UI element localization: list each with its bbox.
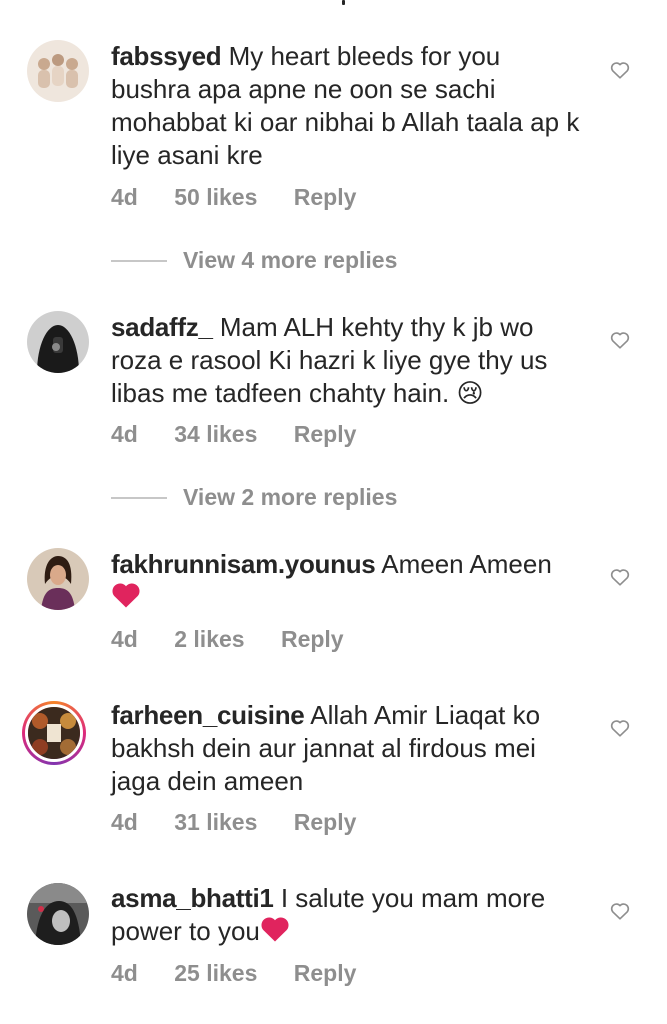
comment-time: 4d <box>111 960 138 986</box>
comment-text: fakhrunnisam.younus Ameen Ameen <box>111 548 581 614</box>
reply-button[interactable]: Reply <box>281 626 344 652</box>
comment-likes[interactable]: 31 likes <box>174 809 257 835</box>
comment-username[interactable]: sadaffz_ <box>111 312 213 342</box>
avatar[interactable] <box>27 548 89 610</box>
comment-meta: 4d 25 likes Reply <box>111 960 386 987</box>
scroll-indicator <box>342 0 345 5</box>
view-more-replies-button[interactable]: View 2 more replies <box>111 484 397 511</box>
comment-text: farheen_cuisine Allah Amir Liaqat ko bak… <box>111 699 581 798</box>
comment-meta: 4d 34 likes Reply <box>111 421 386 448</box>
comment-time: 4d <box>111 184 138 210</box>
comment-meta: 4d 50 likes Reply <box>111 184 386 211</box>
reply-button[interactable]: Reply <box>294 809 357 835</box>
avatar[interactable] <box>27 40 89 102</box>
heart-outline-icon[interactable] <box>609 900 631 922</box>
red-heart-emoji <box>112 583 140 608</box>
heart-outline-icon[interactable] <box>609 59 631 81</box>
comment-text: asma_bhatti1 I salute you mam more power… <box>111 882 581 948</box>
comment-time: 4d <box>111 809 138 835</box>
red-heart-emoji <box>261 917 289 942</box>
comment-time: 4d <box>111 421 138 447</box>
view-more-label: View 2 more replies <box>183 484 398 510</box>
comment-time: 4d <box>111 626 138 652</box>
view-more-label: View 4 more replies <box>183 247 398 273</box>
avatar-story-ring[interactable] <box>22 701 86 765</box>
avatar <box>25 704 83 762</box>
comment-username[interactable]: fakhrunnisam.younus <box>111 549 376 579</box>
avatar[interactable] <box>27 883 89 945</box>
divider <box>111 496 167 499</box>
divider <box>111 259 167 262</box>
comment-username[interactable]: asma_bhatti1 <box>111 883 274 913</box>
heart-outline-icon[interactable] <box>609 566 631 588</box>
comment-username[interactable]: farheen_cuisine <box>111 700 305 730</box>
comment-likes[interactable]: 2 likes <box>174 626 244 652</box>
reply-button[interactable]: Reply <box>294 184 357 210</box>
heart-outline-icon[interactable] <box>609 717 631 739</box>
comment-username[interactable]: fabssyed <box>111 41 222 71</box>
comment-meta: 4d 2 likes Reply <box>111 626 374 653</box>
comment-text: sadaffz_ Mam ALH kehty thy k jb wo roza … <box>111 311 581 410</box>
comment-likes[interactable]: 50 likes <box>174 184 257 210</box>
reply-button[interactable]: Reply <box>294 421 357 447</box>
comment-likes[interactable]: 34 likes <box>174 421 257 447</box>
view-more-replies-button[interactable]: View 4 more replies <box>111 247 397 274</box>
avatar[interactable] <box>27 311 89 373</box>
comment-body: Ameen Ameen <box>381 549 552 579</box>
comment-text: fabssyed My heart bleeds for you bushra … <box>111 40 581 172</box>
heart-outline-icon[interactable] <box>609 329 631 351</box>
comment-likes[interactable]: 25 likes <box>174 960 257 986</box>
reply-button[interactable]: Reply <box>294 960 357 986</box>
comment-meta: 4d 31 likes Reply <box>111 809 386 836</box>
